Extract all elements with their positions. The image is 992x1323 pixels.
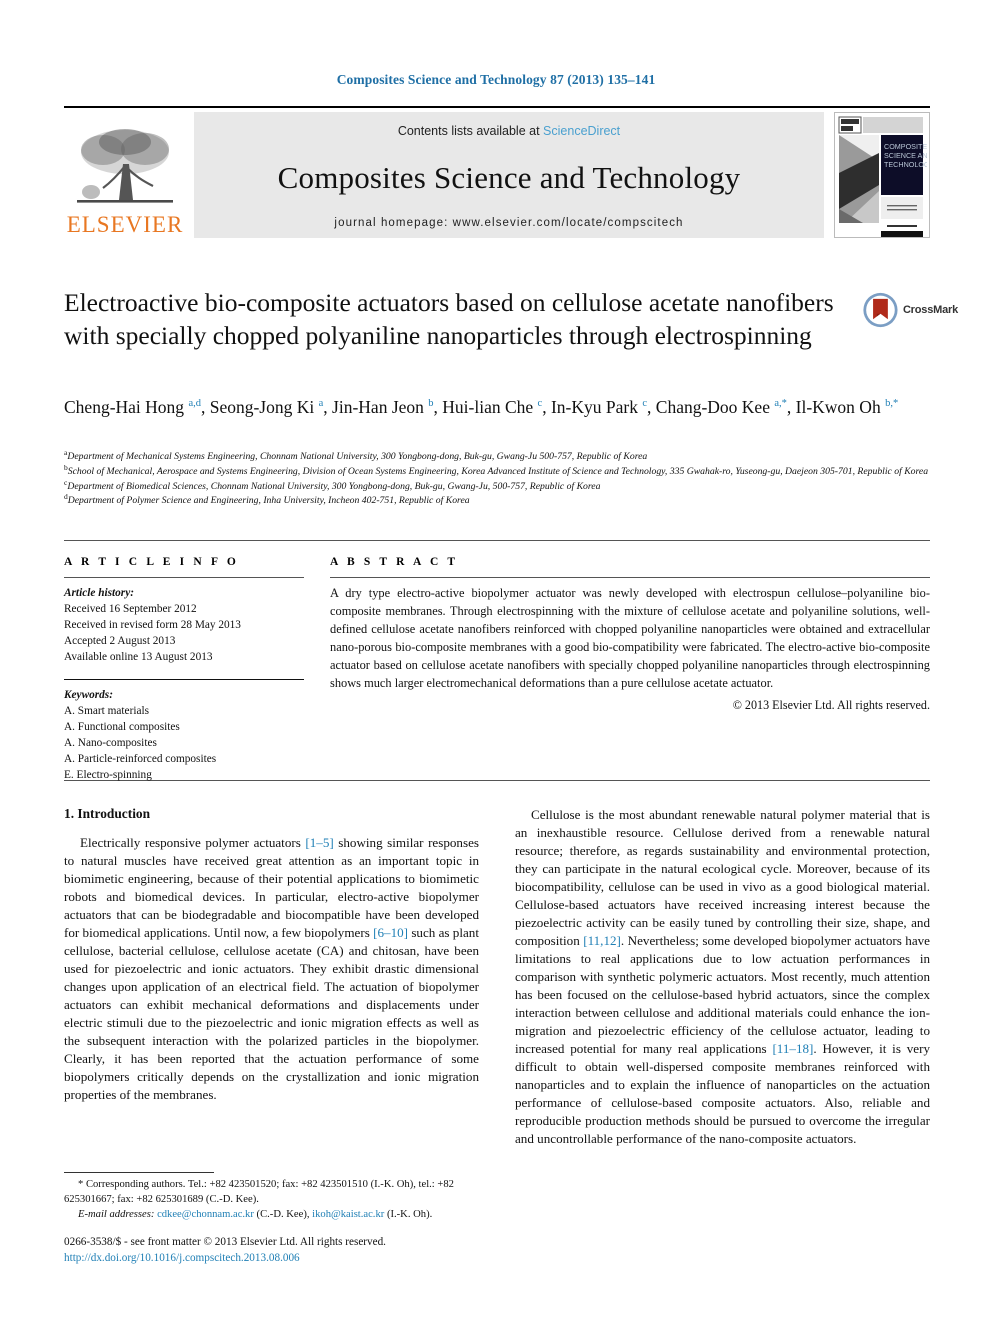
page-title: Electroactive bio-composite actuators ba… bbox=[64, 288, 834, 351]
contents-prefix: Contents lists available at bbox=[397, 124, 540, 138]
crossmark-badge[interactable]: CrossMark bbox=[862, 288, 958, 332]
affiliation-text: School of Mechanical, Aerospace and Syst… bbox=[67, 465, 929, 477]
journal-cover-thumbnail: COMPOSITES SCIENCE AND TECHNOLOGY bbox=[834, 112, 930, 238]
history-item: Accepted 2 August 2013 bbox=[64, 635, 176, 648]
abstract-text: A dry type electro-active biopolymer act… bbox=[330, 586, 930, 690]
affiliation-list: aDepartment of Mechanical Systems Engine… bbox=[64, 449, 940, 509]
elsevier-tree-icon bbox=[77, 129, 173, 203]
email-note: E-mail addresses: cdkee@chonnam.ac.kr (C… bbox=[64, 1208, 484, 1223]
journal-article-page: Composites Science and Technology 87 (20… bbox=[0, 0, 992, 1323]
abstract-rule bbox=[330, 577, 930, 578]
sciencedirect-link[interactable]: ScienceDirect bbox=[543, 124, 620, 138]
imprint-line: 0266-3538/$ - see front matter © 2013 El… bbox=[64, 1236, 386, 1248]
article-info-rule bbox=[64, 577, 304, 578]
svg-text:TECHNOLOGY: TECHNOLOGY bbox=[884, 160, 927, 169]
affiliation-item: aDepartment of Mechanical Systems Engine… bbox=[64, 449, 940, 464]
affiliation-text: Department of Mechanical Systems Enginee… bbox=[67, 451, 648, 462]
svg-text:COMPOSITES: COMPOSITES bbox=[884, 142, 927, 151]
article-info-heading: A R T I C L E I N F O bbox=[64, 556, 239, 568]
author-list: Cheng-Hai Hong a,d, Seong-Jong Ki a, Jin… bbox=[64, 395, 934, 420]
doi-link[interactable]: http://dx.doi.org/10.1016/j.compscitech.… bbox=[64, 1250, 564, 1266]
body-paragraph: Cellulose is the most abundant renewable… bbox=[515, 807, 930, 1146]
article-info-column: A R T I C L E I N F O Article history: R… bbox=[64, 556, 304, 783]
keywords-block: Keywords: A. Smart materials A. Function… bbox=[64, 687, 304, 783]
email-link-oh[interactable]: ikoh@kaist.ac.kr bbox=[312, 1209, 384, 1220]
journal-title: Composites Science and Technology bbox=[277, 160, 741, 195]
cover-art: COMPOSITES SCIENCE AND TECHNOLOGY bbox=[835, 113, 929, 237]
crossmark-label: CrossMark bbox=[902, 304, 958, 316]
crossmark-icon bbox=[863, 292, 898, 328]
keywords-rule bbox=[64, 679, 304, 681]
footnote-separator bbox=[64, 1172, 214, 1173]
elsevier-wordmark: ELSEVIER bbox=[66, 212, 184, 237]
affiliation-item: cDepartment of Biomedical Sciences, Chon… bbox=[64, 478, 940, 494]
title-block: Electroactive bio-composite actuators ba… bbox=[64, 286, 854, 352]
abstract-heading: A B S T R A C T bbox=[330, 556, 459, 568]
history-item: Available online 13 August 2013 bbox=[64, 651, 213, 664]
abstract-copyright: © 2013 Elsevier Ltd. All rights reserved… bbox=[732, 697, 930, 712]
running-head: Composites Science and Technology 87 (20… bbox=[336, 72, 656, 87]
footnote-block: * Corresponding authors. Tel.: +82 42350… bbox=[64, 1178, 484, 1222]
keyword-item: A. Particle-reinforced composites bbox=[64, 753, 217, 766]
body-right-column: Cellulose is the most abundant renewable… bbox=[515, 806, 930, 1148]
contents-available-line: Contents lists available at ScienceDirec… bbox=[398, 124, 620, 138]
affiliation-item: dDepartment of Polymer Science and Engin… bbox=[64, 493, 940, 508]
abstract-column: A B S T R A C T A dry type electro-activ… bbox=[330, 556, 930, 713]
journal-homepage-line[interactable]: journal homepage: www.elsevier.com/locat… bbox=[334, 217, 683, 229]
svg-text:SCIENCE AND: SCIENCE AND bbox=[884, 151, 927, 160]
authors-text: Cheng-Hai Hong a,d, Seong-Jong Ki a, Jin… bbox=[64, 397, 899, 417]
info-top-rule bbox=[64, 540, 930, 541]
keyword-item: A. Functional composites bbox=[64, 721, 180, 734]
affiliation-text: Department of Biomedical Sciences, Chonn… bbox=[67, 480, 601, 492]
email-owner-kee: (C.-D. Kee), bbox=[256, 1208, 310, 1220]
email-label: E-mail addresses: bbox=[78, 1208, 155, 1220]
body-left-column: 1. Introduction Electrically responsive … bbox=[64, 806, 479, 1148]
corresponding-author-note: * Corresponding authors. Tel.: +82 42350… bbox=[64, 1179, 454, 1205]
journal-masthead: ELSEVIER Contents lists available at Sci… bbox=[64, 106, 930, 238]
history-item: Received 16 September 2012 bbox=[64, 603, 197, 616]
affiliation-text: Department of Polymer Science and Engine… bbox=[67, 495, 470, 507]
article-history: Article history: Received 16 September 2… bbox=[64, 585, 304, 665]
keywords-label: Keywords: bbox=[64, 689, 113, 702]
affiliation-item: bSchool of Mechanical, Aerospace and Sys… bbox=[64, 463, 940, 479]
keyword-item: A. Nano-composites bbox=[64, 737, 157, 750]
body-columns: 1. Introduction Electrically responsive … bbox=[64, 806, 930, 1148]
keyword-item: A. Smart materials bbox=[64, 705, 150, 718]
history-item: Received in revised form 28 May 2013 bbox=[64, 619, 241, 632]
article-history-label: Article history: bbox=[64, 587, 134, 599]
keyword-item: E. Electro-spinning bbox=[64, 769, 152, 782]
body-paragraph: Electrically responsive polymer actuator… bbox=[64, 835, 479, 1102]
section-title-introduction: 1. Introduction bbox=[64, 806, 151, 821]
email-owner-oh: (I.-K. Oh). bbox=[386, 1208, 433, 1220]
journal-band: Contents lists available at ScienceDirec… bbox=[194, 112, 824, 238]
imprint-block: 0266-3538/$ - see front matter © 2013 El… bbox=[64, 1234, 564, 1266]
email-link-kee[interactable]: cdkee@chonnam.ac.kr bbox=[157, 1209, 254, 1220]
elsevier-logo: ELSEVIER bbox=[64, 112, 186, 238]
